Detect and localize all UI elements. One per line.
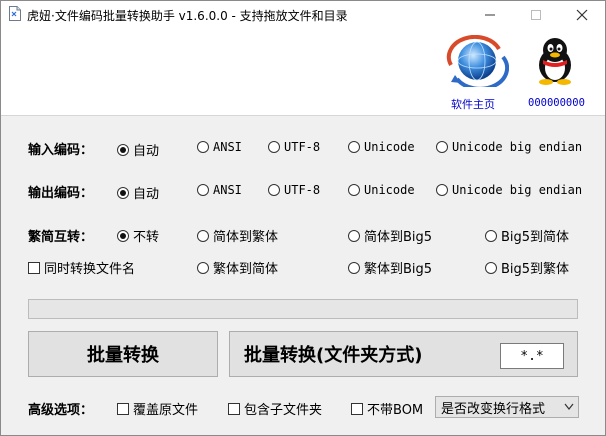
radio-button[interactable] <box>268 184 280 196</box>
radio-button[interactable] <box>268 141 280 153</box>
line-ending-select-value: 是否改变换行格式 <box>441 401 546 417</box>
checkbox[interactable] <box>28 261 40 274</box>
no-bom-checkbox[interactable]: 不带BOM <box>351 399 423 418</box>
maximize-button[interactable] <box>513 1 559 29</box>
input-encoding-utf8[interactable]: UTF-8 <box>268 140 320 154</box>
close-button[interactable] <box>559 1 605 29</box>
output-encoding-unicode[interactable]: Unicode <box>348 183 415 197</box>
conversion-simplified-to-big5[interactable]: 简体到Big5 <box>348 226 432 245</box>
radio-button[interactable] <box>348 184 360 196</box>
app-document-icon <box>9 6 21 21</box>
radio-button-checked[interactable] <box>117 229 129 242</box>
overwrite-original-checkbox[interactable]: 覆盖原文件 <box>117 399 198 418</box>
radio-button[interactable] <box>197 184 209 196</box>
chevron-down-icon <box>564 403 574 410</box>
conversion-none[interactable]: 不转 <box>117 226 159 245</box>
conversion-simplified-to-traditional[interactable]: 简体到繁体 <box>197 226 278 245</box>
batch-convert-button[interactable]: 批量转换 <box>28 331 218 377</box>
qq-penguin-icon[interactable] <box>531 35 579 85</box>
radio-button[interactable] <box>197 261 209 274</box>
include-subfolders-checkbox[interactable]: 包含子文件夹 <box>228 399 322 418</box>
main-window: 虎妞·文件编码批量转换助手 v1.6.0.0 - 支持拖放文件和目录 软件主页 … <box>0 0 606 436</box>
radio-button-checked[interactable] <box>117 143 129 156</box>
line-ending-select[interactable]: 是否改变换行格式 <box>435 396 579 418</box>
globe-icon[interactable] <box>445 35 509 87</box>
input-encoding-ansi[interactable]: ANSI <box>197 140 242 154</box>
radio-button[interactable] <box>197 229 209 242</box>
conversion-traditional-to-big5[interactable]: 繁体到Big5 <box>348 258 432 277</box>
software-homepage-link[interactable]: 软件主页 <box>451 96 495 112</box>
advanced-options-label: 高级选项： <box>28 403 94 418</box>
input-encoding-label: 输入编码： <box>28 143 94 158</box>
window-title: 虎妞·文件编码批量转换助手 v1.6.0.0 - 支持拖放文件和目录 <box>27 9 348 23</box>
minimize-button[interactable] <box>467 1 513 29</box>
convert-filename-checkbox[interactable]: 同时转换文件名 <box>28 258 135 277</box>
radio-button[interactable] <box>197 141 209 153</box>
input-encoding-auto[interactable]: 自动 <box>117 140 159 159</box>
radio-button[interactable] <box>348 141 360 153</box>
header-panel: 软件主页 000000000 <box>1 29 605 116</box>
conversion-label: 繁简互转： <box>28 230 94 245</box>
output-encoding-label: 输出编码： <box>28 186 94 201</box>
conversion-traditional-to-simplified[interactable]: 繁体到简体 <box>197 258 278 277</box>
radio-button[interactable] <box>436 184 448 196</box>
checkbox[interactable] <box>228 402 240 415</box>
file-pattern-input[interactable]: *.* <box>500 343 564 369</box>
output-encoding-unicode-big-endian[interactable]: Unicode big endian <box>436 183 582 197</box>
radio-button[interactable] <box>485 261 497 274</box>
output-encoding-utf8[interactable]: UTF-8 <box>268 183 320 197</box>
output-encoding-auto[interactable]: 自动 <box>117 183 159 202</box>
checkbox[interactable] <box>351 402 363 415</box>
conversion-big5-to-traditional[interactable]: Big5到繁体 <box>485 258 569 277</box>
checkbox[interactable] <box>117 402 129 415</box>
maximize-icon <box>531 10 541 20</box>
radio-button[interactable] <box>436 141 448 153</box>
folder-convert-label: 批量转换(文件夹方式) <box>244 345 423 366</box>
title-bar: 虎妞·文件编码批量转换助手 v1.6.0.0 - 支持拖放文件和目录 <box>1 1 605 29</box>
radio-button-checked[interactable] <box>117 186 129 199</box>
conversion-big5-to-simplified[interactable]: Big5到简体 <box>485 226 569 245</box>
input-encoding-unicode-big-endian[interactable]: Unicode big endian <box>436 140 582 154</box>
progress-bar <box>28 299 578 319</box>
input-encoding-unicode[interactable]: Unicode <box>348 140 415 154</box>
qq-number-link[interactable]: 000000000 <box>528 97 585 109</box>
minimize-icon <box>485 14 495 16</box>
radio-button[interactable] <box>348 229 360 242</box>
radio-button[interactable] <box>348 261 360 274</box>
output-encoding-ansi[interactable]: ANSI <box>197 183 242 197</box>
close-icon <box>576 9 588 21</box>
radio-button[interactable] <box>485 229 497 242</box>
